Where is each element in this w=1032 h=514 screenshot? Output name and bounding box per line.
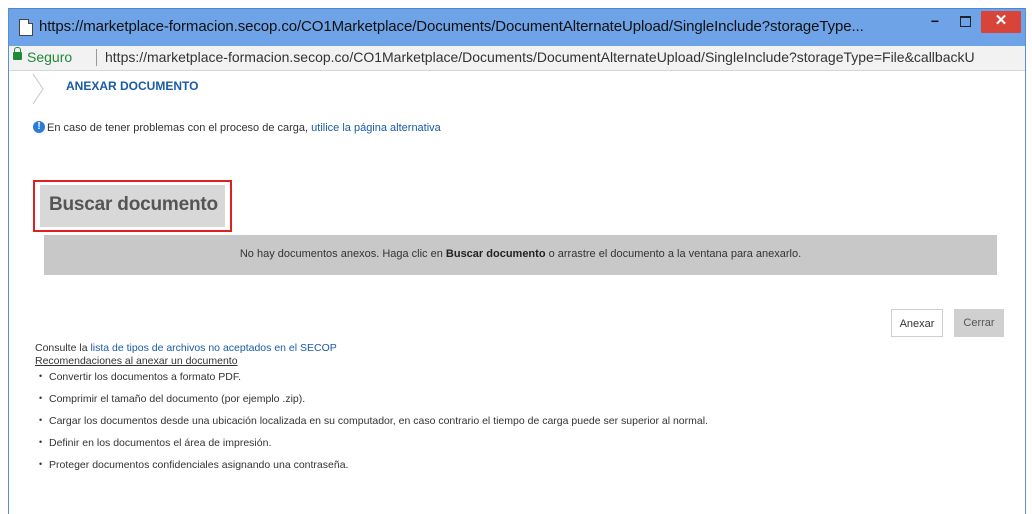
consult-text: Consulte la (35, 342, 91, 354)
info-text: En caso de tener problemas con el proces… (47, 122, 312, 134)
address-bar[interactable]: Seguro https://marketplace-formacion.sec… (9, 46, 1025, 71)
list-item: Convertir los documentos a formato PDF. (35, 371, 708, 393)
page-title: ANEXAR DOCUMENTO (66, 79, 199, 93)
recommendations-title: Recomendaciones al anexar un documento (35, 355, 238, 367)
list-item: Comprimir el tamaño del documento (por e… (35, 393, 708, 415)
address-separator (96, 49, 97, 66)
drop-zone-text-before: No hay documentos anexos. Haga clic en (239, 248, 446, 260)
close-button[interactable]: Cerrar (954, 309, 1004, 337)
excluded-file-types-link[interactable]: lista de tipos de archivos no aceptados … (90, 342, 336, 354)
url-text[interactable]: https://marketplace-formacion.secop.co/C… (105, 49, 975, 65)
page-icon (19, 19, 33, 36)
window-title: https://marketplace-formacion.secop.co/C… (39, 18, 864, 35)
drop-zone[interactable]: No hay documentos anexos. Haga clic en B… (44, 235, 997, 275)
alternate-page-link[interactable]: utilice la página alternativa (311, 122, 441, 134)
consult-line: Consulte la lista de tipos de archivos n… (35, 342, 337, 354)
secure-label: Seguro (27, 49, 73, 65)
search-document-highlight: Buscar documento (33, 180, 232, 232)
list-item: Cargar los documentos desde una ubicació… (35, 415, 708, 437)
lock-icon (13, 47, 22, 60)
maximize-icon (959, 16, 971, 27)
maximize-button[interactable] (951, 11, 979, 33)
breadcrumb-chevron-icon (32, 73, 44, 105)
info-icon: ! (33, 121, 45, 133)
window-titlebar[interactable]: https://marketplace-formacion.secop.co/C… (9, 8, 1025, 46)
list-item: Proteger documentos confidenciales asign… (35, 459, 708, 481)
drop-zone-text-after: o arrastre el documento a la ventana par… (545, 248, 802, 260)
page-content: ANEXAR DOCUMENTO ! En caso de tener prob… (9, 71, 1025, 514)
recommendations-list: Convertir los documentos a formato PDF. … (35, 371, 708, 481)
minimize-icon: − (930, 13, 940, 29)
list-item: Definir en los documentos el área de imp… (35, 437, 708, 459)
attach-button[interactable]: Anexar (891, 309, 943, 337)
drop-zone-text-bold: Buscar documento (445, 248, 546, 260)
minimize-button[interactable]: − (921, 11, 949, 33)
close-window-button[interactable]: ✕ (981, 11, 1021, 33)
search-document-button[interactable]: Buscar documento (40, 185, 225, 227)
popup-window: https://marketplace-formacion.secop.co/C… (8, 8, 1026, 514)
close-icon: ✕ (994, 12, 1008, 29)
info-message: En caso de tener problemas con el proces… (47, 122, 441, 134)
